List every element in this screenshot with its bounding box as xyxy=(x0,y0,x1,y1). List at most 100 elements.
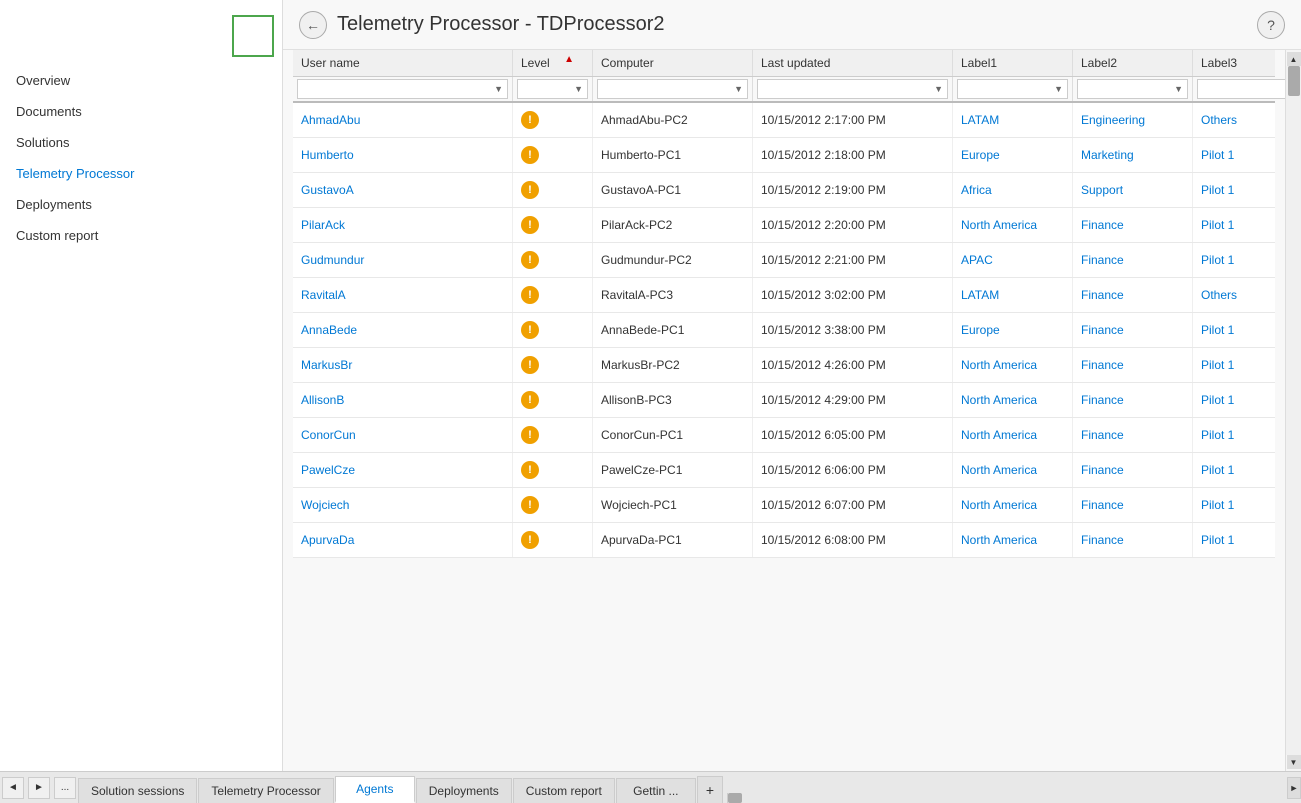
cell-lastupdated: 10/15/2012 4:29:00 PM xyxy=(753,383,953,417)
cell-lastupdated: 10/15/2012 3:02:00 PM xyxy=(753,278,953,312)
level-icon: ! xyxy=(521,356,539,374)
sidebar-item-overview[interactable]: Overview xyxy=(0,65,282,96)
tab-deployments[interactable]: Deployments xyxy=(416,778,512,803)
tab-gettin-...[interactable]: Gettin ... xyxy=(616,778,696,803)
cell-username[interactable]: Humberto xyxy=(293,138,513,172)
cell-label3: Pilot 1 xyxy=(1193,138,1285,172)
cell-username[interactable]: MarkusBr xyxy=(293,348,513,382)
cell-computer: MarkusBr-PC2 xyxy=(593,348,753,382)
cell-computer: PilarAck-PC2 xyxy=(593,208,753,242)
cell-level: ! xyxy=(513,488,593,522)
tab-solution-sessions[interactable]: Solution sessions xyxy=(78,778,197,803)
cell-label1: North America xyxy=(953,523,1073,557)
col-header-label3: Label3 xyxy=(1193,50,1285,76)
table-row: ConorCun ! ConorCun-PC1 10/15/2012 6:05:… xyxy=(293,418,1275,453)
help-button[interactable]: ? xyxy=(1257,11,1285,39)
scroll-thumb[interactable] xyxy=(1288,66,1300,96)
cell-computer: AllisonB-PC3 xyxy=(593,383,753,417)
filter-computer[interactable]: ▼ xyxy=(593,77,753,101)
cell-username[interactable]: PilarAck xyxy=(293,208,513,242)
sidebar-top-box xyxy=(232,15,274,57)
filter-label1-dropdown[interactable]: ▼ xyxy=(957,79,1068,99)
filter-username-dropdown[interactable]: ▼ xyxy=(297,79,508,99)
main-area: OverviewDocumentsSolutionsTelemetry Proc… xyxy=(0,0,1301,771)
tab-bar: ◄ ► ... Solution sessionsTelemetry Proce… xyxy=(0,771,1301,803)
cell-lastupdated: 10/15/2012 2:19:00 PM xyxy=(753,173,953,207)
filter-level[interactable]: ▼ xyxy=(513,77,593,101)
cell-label3: Pilot 1 xyxy=(1193,173,1285,207)
sidebar: OverviewDocumentsSolutionsTelemetry Proc… xyxy=(0,0,283,771)
cell-lastupdated: 10/15/2012 6:08:00 PM xyxy=(753,523,953,557)
cell-label2: Finance xyxy=(1073,418,1193,452)
cell-label1: North America xyxy=(953,348,1073,382)
level-icon: ! xyxy=(521,391,539,409)
cell-label1: Europe xyxy=(953,138,1073,172)
cell-username[interactable]: GustavoA xyxy=(293,173,513,207)
col-header-label1: Label1 xyxy=(953,50,1073,76)
cell-label3: Pilot 1 xyxy=(1193,243,1285,277)
cell-username[interactable]: AnnaBede xyxy=(293,313,513,347)
filter-label2-dropdown[interactable]: ▼ xyxy=(1077,79,1188,99)
scroll-track[interactable] xyxy=(1286,66,1301,755)
filter-username[interactable]: ▼ xyxy=(293,77,513,101)
cell-lastupdated: 10/15/2012 4:26:00 PM xyxy=(753,348,953,382)
filter-level-dropdown[interactable]: ▼ xyxy=(517,79,588,99)
cell-computer: Wojciech-PC1 xyxy=(593,488,753,522)
tab-agents[interactable]: Agents xyxy=(335,776,415,803)
cell-computer: AhmadAbu-PC2 xyxy=(593,103,753,137)
cell-username[interactable]: AllisonB xyxy=(293,383,513,417)
cell-level: ! xyxy=(513,103,593,137)
vertical-scrollbar[interactable]: ▲ ▼ xyxy=(1285,50,1301,771)
back-button[interactable]: ← xyxy=(299,11,327,39)
cell-level: ! xyxy=(513,383,593,417)
cell-label2: Finance xyxy=(1073,523,1193,557)
filter-label1[interactable]: ▼ xyxy=(953,77,1073,101)
cell-username[interactable]: Gudmundur xyxy=(293,243,513,277)
filter-lastupdated[interactable]: ▼ xyxy=(753,77,953,101)
tab-more-button[interactable]: ... xyxy=(54,777,76,799)
level-icon: ! xyxy=(521,181,539,199)
scroll-up-button[interactable]: ▲ xyxy=(1287,52,1301,66)
sidebar-item-telemetry-processor[interactable]: Telemetry Processor xyxy=(0,158,282,189)
col-header-level: Level ▲ xyxy=(513,50,593,76)
sidebar-item-deployments[interactable]: Deployments xyxy=(0,189,282,220)
cell-username[interactable]: AhmadAbu xyxy=(293,103,513,137)
sidebar-item-solutions[interactable]: Solutions xyxy=(0,127,282,158)
scroll-down-button[interactable]: ▼ xyxy=(1287,755,1301,769)
cell-username[interactable]: Wojciech xyxy=(293,488,513,522)
cell-username[interactable]: PawelCze xyxy=(293,453,513,487)
table-container[interactable]: User name Level ▲ Computer Last updated xyxy=(283,50,1285,771)
cell-label3: Pilot 1 xyxy=(1193,523,1285,557)
cell-username[interactable]: ApurvaDa xyxy=(293,523,513,557)
cell-level: ! xyxy=(513,208,593,242)
level-icon: ! xyxy=(521,496,539,514)
tab-prev-button[interactable]: ◄ xyxy=(2,777,24,799)
cell-computer: Humberto-PC1 xyxy=(593,138,753,172)
cell-label3: Others xyxy=(1193,278,1285,312)
filter-lastupdated-dropdown[interactable]: ▼ xyxy=(757,79,948,99)
filter-computer-dropdown[interactable]: ▼ xyxy=(597,79,748,99)
cell-lastupdated: 10/15/2012 3:38:00 PM xyxy=(753,313,953,347)
cell-username[interactable]: ConorCun xyxy=(293,418,513,452)
filter-label3[interactable]: ▼ xyxy=(1193,77,1285,101)
cell-computer: AnnaBede-PC1 xyxy=(593,313,753,347)
filter-label3-dropdown[interactable]: ▼ xyxy=(1197,79,1285,99)
horizontal-scroll-thumb[interactable] xyxy=(728,793,742,803)
scroll-right-button[interactable]: ► xyxy=(1287,777,1301,799)
cell-username[interactable]: RavitalA xyxy=(293,278,513,312)
table-header: User name Level ▲ Computer Last updated xyxy=(293,50,1275,77)
cell-computer: PawelCze-PC1 xyxy=(593,453,753,487)
tab-add-button[interactable]: + xyxy=(697,776,723,803)
sidebar-item-custom-report[interactable]: Custom report xyxy=(0,220,282,251)
col-header-label2: Label2 xyxy=(1073,50,1193,76)
filter-label2[interactable]: ▼ xyxy=(1073,77,1193,101)
cell-label2: Engineering xyxy=(1073,103,1193,137)
tab-custom-report[interactable]: Custom report xyxy=(513,778,615,803)
cell-label2: Support xyxy=(1073,173,1193,207)
cell-lastupdated: 10/15/2012 2:21:00 PM xyxy=(753,243,953,277)
cell-label1: North America xyxy=(953,383,1073,417)
horizontal-scrollbar[interactable] xyxy=(727,793,1287,803)
tab-telemetry-processor[interactable]: Telemetry Processor xyxy=(198,778,333,803)
sidebar-item-documents[interactable]: Documents xyxy=(0,96,282,127)
tab-next-button[interactable]: ► xyxy=(28,777,50,799)
